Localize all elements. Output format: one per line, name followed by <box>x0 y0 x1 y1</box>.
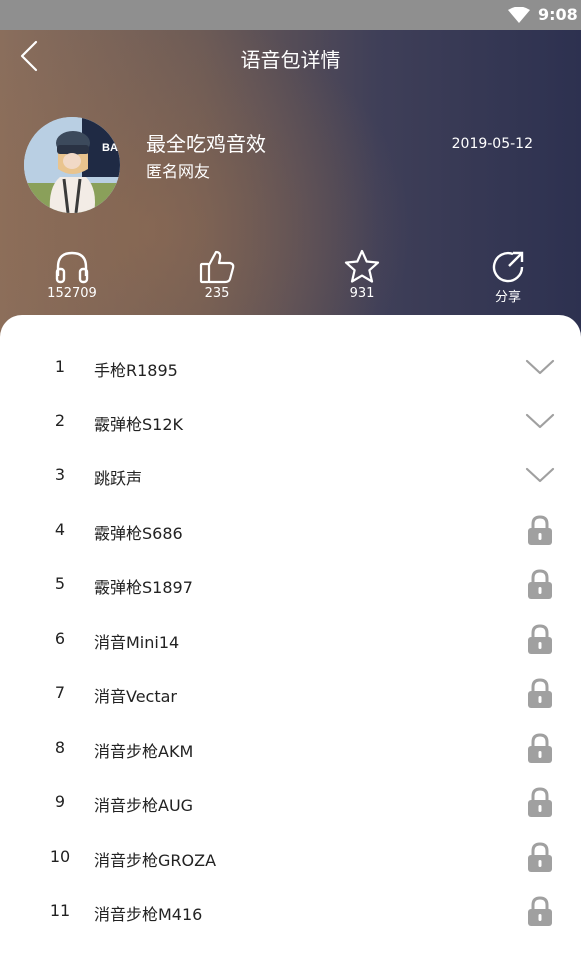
track-title: 霰弹枪S12K <box>94 415 184 434</box>
track-row[interactable]: 3 跳跃声 <box>0 448 581 502</box>
avatar: BAT <box>24 117 120 213</box>
track-row[interactable]: 1 手枪R1895 <box>0 340 581 394</box>
chevron-down-icon[interactable] <box>524 406 556 436</box>
track-title: 消音步枪AKM <box>94 742 194 761</box>
track-number: 11 <box>49 901 71 920</box>
track-number: 5 <box>54 574 66 593</box>
like-count: 235 <box>204 286 230 301</box>
track-title: 手枪R1895 <box>94 361 178 380</box>
track-title: 消音步枪AUG <box>94 796 194 815</box>
track-row[interactable]: 4 霰弹枪S686 <box>0 503 581 557</box>
track-number: 10 <box>49 847 71 866</box>
wifi-icon <box>508 7 530 23</box>
page-title: 语音包详情 <box>240 48 341 72</box>
track-row[interactable]: 6 消音Mini14 <box>0 612 581 666</box>
track-title: 消音步枪M416 <box>94 905 203 924</box>
pack-date: 2019-05-12 <box>451 136 533 152</box>
avatar-badge-text: BAT <box>102 142 120 154</box>
track-row[interactable]: 10 消音步枪GROZA <box>0 830 581 884</box>
track-title: 消音步枪GROZA <box>94 851 217 870</box>
track-number: 9 <box>54 792 66 811</box>
chevron-down-icon[interactable] <box>524 460 556 490</box>
track-title: 霰弹枪S1897 <box>94 578 193 597</box>
lock-icon <box>528 624 552 654</box>
track-list: 1 手枪R1895 2 霰弹枪S12K 3 跳跃声 4 霰弹枪S686 5 霰弹枪S1897 6 消音… <box>0 315 581 955</box>
track-number: 1 <box>54 357 66 376</box>
chevron-down-icon[interactable] <box>524 352 556 382</box>
lock-icon <box>528 842 552 872</box>
status-bar: 9:08 <box>0 0 581 30</box>
favorite-count: 931 <box>349 286 375 301</box>
header-banner: 9:08 语音包详情 BAT 最全吃鸡音效 匿名网友 2019-05-12 15… <box>0 0 581 350</box>
share-label: 分享 <box>494 290 521 305</box>
listen-count: 152709 <box>47 286 97 301</box>
share-stat[interactable]: 分享 <box>463 248 553 305</box>
track-title: 跳跃声 <box>94 469 143 488</box>
track-number: 6 <box>54 629 66 648</box>
track-row[interactable]: 5 霰弹枪S1897 <box>0 557 581 611</box>
track-number: 2 <box>54 411 66 430</box>
track-row[interactable]: 9 消音步枪AUG <box>0 775 581 829</box>
lock-icon <box>528 896 552 926</box>
favorite-stat[interactable]: 931 <box>317 248 407 301</box>
thumbs-up-icon <box>199 250 235 284</box>
lock-icon <box>528 787 552 817</box>
track-row[interactable]: 7 消音Vectar <box>0 666 581 720</box>
status-time: 9:08 <box>538 5 578 24</box>
track-number: 3 <box>54 465 66 484</box>
track-number: 8 <box>54 738 66 757</box>
track-title: 消音Mini14 <box>94 633 180 652</box>
lock-icon <box>528 678 552 708</box>
headphones-icon <box>55 251 89 284</box>
star-icon <box>344 249 380 283</box>
avatar-image: BAT <box>24 117 120 213</box>
lock-icon <box>528 733 552 763</box>
track-title: 霰弹枪S686 <box>94 524 183 543</box>
listen-count-stat[interactable]: 152709 <box>27 248 117 301</box>
track-number: 4 <box>54 520 66 539</box>
track-title: 消音Vectar <box>94 687 178 706</box>
like-stat[interactable]: 235 <box>172 248 262 301</box>
track-row[interactable]: 8 消音步枪AKM <box>0 721 581 775</box>
track-number: 7 <box>54 683 66 702</box>
track-row[interactable]: 2 霰弹枪S12K <box>0 394 581 448</box>
lock-icon <box>528 569 552 599</box>
lock-icon <box>528 515 552 545</box>
pack-author: 匿名网友 <box>146 162 211 181</box>
share-icon <box>492 251 524 283</box>
pack-name: 最全吃鸡音效 <box>146 132 266 156</box>
